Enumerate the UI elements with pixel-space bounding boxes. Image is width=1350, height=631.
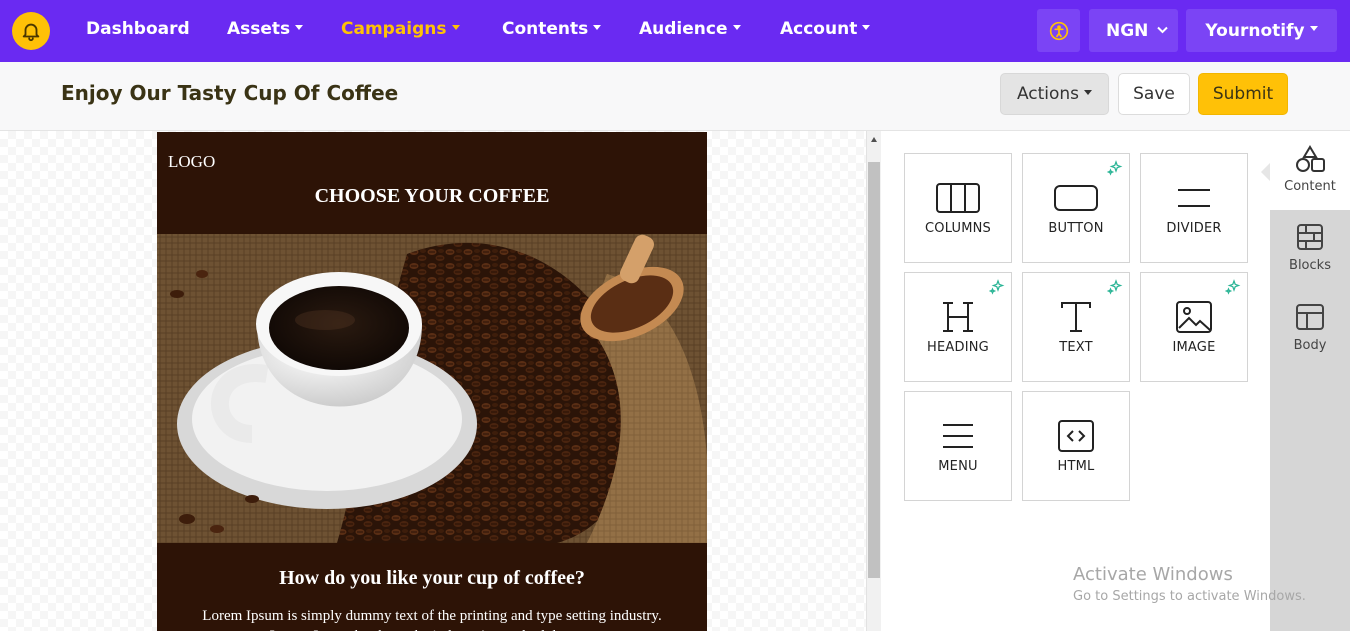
page-title: Enjoy Our Tasty Cup Of Coffee [61,81,399,105]
tool-divider[interactable]: DIVIDER [1140,153,1248,263]
tool-html[interactable]: HTML [1022,391,1130,501]
save-button[interactable]: Save [1118,73,1190,115]
button-icon [1054,185,1098,211]
caret-down-icon [593,24,602,30]
email-body-text[interactable]: Lorem Ipsum is simply dummy text of the … [197,606,667,631]
nav-account[interactable]: Account [780,19,871,43]
sparkle-icon [1107,160,1123,176]
tool-image-label: IMAGE [1172,340,1216,355]
tool-button[interactable]: BUTTON [1022,153,1130,263]
nav-dashboard-label: Dashboard [86,19,190,39]
caret-down-icon [451,24,460,30]
sparkle-icon [1107,279,1123,295]
account-menu[interactable]: Yournotify [1186,9,1337,52]
shapes-icon [1296,145,1325,172]
editor-side-tabs: Content Blocks Body [1270,131,1350,631]
menu-icon [943,424,973,448]
chevron-down-icon [1157,26,1168,34]
sparkle-icon [989,279,1005,295]
hero-image[interactable] [157,234,707,543]
scroll-up-arrow-icon[interactable] [871,137,877,142]
tool-image[interactable]: IMAGE [1140,272,1248,382]
nav-contents-label: Contents [502,19,589,39]
divider-icon [1178,189,1210,207]
email-logo[interactable]: LOGO [168,152,215,172]
tool-columns[interactable]: COLUMNS [904,153,1012,263]
html-icon [1058,420,1094,452]
content-tools-panel: COLUMNS BUTTON DIVIDER HEADING TEXT IMAG… [881,131,1270,631]
top-navbar: Dashboard Assets Campaigns Contents Audi… [0,0,1350,62]
tab-content-label: Content [1284,179,1336,194]
notification-bell-button[interactable] [12,12,50,50]
submit-button[interactable]: Submit [1198,73,1288,115]
nav-campaigns[interactable]: Campaigns [341,19,460,43]
email-template[interactable]: LOGO CHOOSE YOUR COFFEE How do you like … [157,132,707,631]
tool-text[interactable]: TEXT [1022,272,1130,382]
brand-name: Yournotify [1205,20,1305,41]
tool-columns-label: COLUMNS [924,221,991,236]
activate-windows-subtitle: Go to Settings to activate Windows. [1073,589,1306,604]
coffee-photo [157,234,707,543]
accessibility-icon [1049,21,1068,40]
tool-button-label: BUTTON [1048,221,1104,236]
scroll-thumb[interactable] [868,162,880,578]
tool-menu[interactable]: MENU [904,391,1012,501]
nav-assets[interactable]: Assets [227,19,304,43]
tab-content[interactable]: Content [1270,131,1350,210]
nav-dashboard[interactable]: Dashboard [86,19,190,43]
text-icon [1061,302,1091,332]
tool-text-label: TEXT [1059,340,1093,355]
activate-windows-title: Activate Windows [1073,564,1233,585]
nav-audience[interactable]: Audience [639,19,741,43]
currency-value: NGN [1106,20,1149,41]
tool-menu-label: MENU [938,459,978,474]
caret-down-icon [862,24,871,30]
sparkle-icon [1225,279,1241,295]
nav-contents[interactable]: Contents [502,19,602,43]
tool-heading-label: HEADING [927,340,989,355]
layout-icon [1296,304,1324,330]
nav-campaigns-label: Campaigns [341,19,447,39]
heading-icon [943,302,973,332]
nav-account-label: Account [780,19,858,39]
actions-dropdown-button[interactable]: Actions [1000,73,1109,115]
image-icon [1176,301,1212,333]
nav-assets-label: Assets [227,19,291,39]
email-canvas[interactable]: LOGO CHOOSE YOUR COFFEE How do you like … [0,131,866,631]
email-subheading[interactable]: How do you like your cup of coffee? [157,567,707,590]
columns-icon [936,183,980,213]
tab-blocks[interactable]: Blocks [1270,210,1350,289]
panel-notch [1261,163,1270,181]
nav-audience-label: Audience [639,19,728,39]
tool-divider-label: DIVIDER [1166,221,1222,236]
caret-down-icon [1084,89,1093,95]
tool-html-label: HTML [1057,459,1095,474]
actions-label: Actions [1016,84,1080,104]
caret-down-icon [732,24,741,30]
tab-blocks-label: Blocks [1289,258,1331,273]
email-heading[interactable]: CHOOSE YOUR COFFEE [157,185,707,208]
bell-icon [22,23,40,42]
tab-body[interactable]: Body [1270,290,1350,369]
tool-heading[interactable]: HEADING [904,272,1012,382]
canvas-scrollbar[interactable] [866,131,881,631]
tab-body-label: Body [1293,338,1327,353]
caret-down-icon [295,24,304,30]
blocks-icon [1297,224,1323,250]
editor-header: Enjoy Our Tasty Cup Of Coffee Actions Sa… [0,62,1350,131]
caret-down-icon [1309,26,1318,31]
currency-select[interactable]: NGN [1089,9,1178,52]
accessibility-button[interactable] [1037,9,1080,52]
